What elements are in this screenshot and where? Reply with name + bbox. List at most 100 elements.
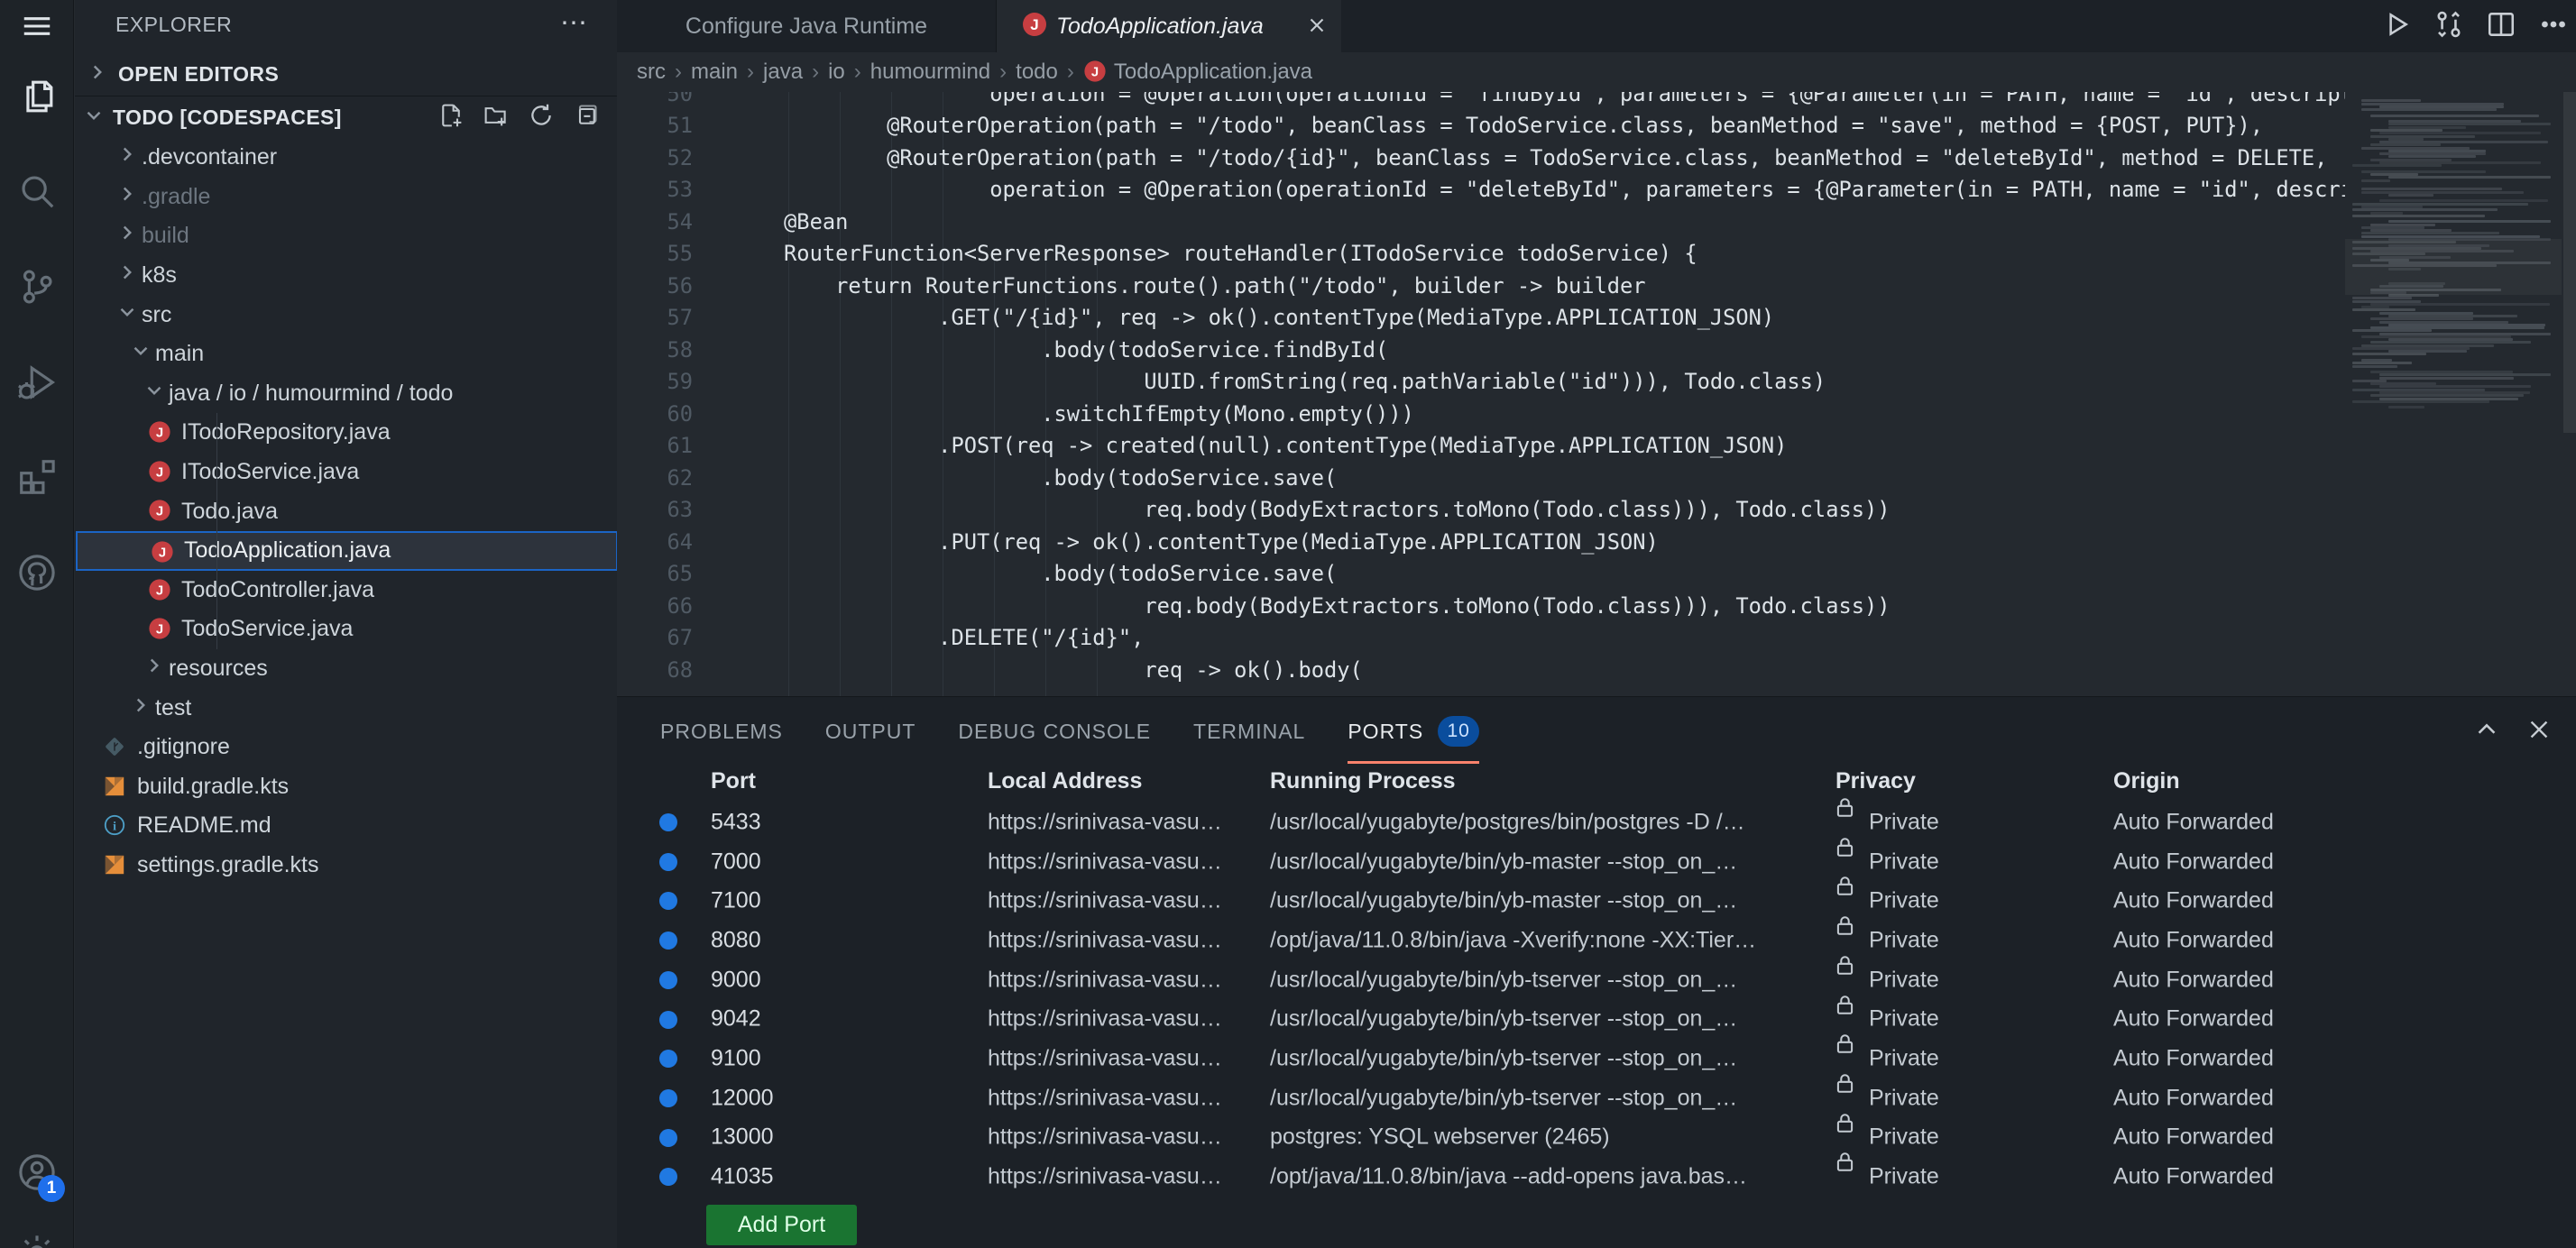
tree-item-settings-gradle-kts[interactable]: settings.gradle.kts xyxy=(75,846,615,886)
open-editors-section[interactable]: OPEN EDITORS xyxy=(75,52,619,96)
code-line-60: 60 .switchIfEmpty(Mono.empty())) xyxy=(617,398,2345,430)
source-control-icon[interactable] xyxy=(0,266,74,307)
port-row-41035[interactable]: 41035 https://srinivasa-vasu… /opt/java/11… xyxy=(617,1152,2576,1197)
code-line-50: 50 operation = @Operation(operationId = … xyxy=(617,92,2345,110)
tree-item-readme-md[interactable]: i README.md xyxy=(75,806,615,846)
settings-gear-icon[interactable] xyxy=(0,1232,74,1248)
run-debug-icon[interactable] xyxy=(0,362,74,403)
port-row-9042[interactable]: 9042 https://srinivasa-vasu… /usr/local/yu… xyxy=(617,995,2576,1040)
minimap-line xyxy=(2361,179,2390,182)
tree-item-build-gradle-kts[interactable]: build.gradle.kts xyxy=(75,767,615,807)
tree-item-itodorepository-java[interactable]: J ITodoRepository.java xyxy=(75,413,615,453)
port-row-5433[interactable]: 5433 https://srinivasa-vasu… /usr/local/yu… xyxy=(617,798,2576,842)
new-file-icon[interactable] xyxy=(438,103,464,133)
breadcrumb-item[interactable]: todo xyxy=(1016,60,1058,85)
tree-item-todocontroller-java[interactable]: J TodoController.java xyxy=(75,571,615,610)
code-text: operation = @Operation(operationId = "de… xyxy=(989,177,2345,203)
breadcrumb-item[interactable]: humourmind xyxy=(870,60,990,85)
svg-text:J: J xyxy=(159,546,166,561)
tree-item--gitignore[interactable]: .gitignore xyxy=(75,728,615,767)
port-number: 13000 xyxy=(711,1124,774,1150)
extensions-icon[interactable] xyxy=(0,456,74,498)
minimap-line xyxy=(2370,143,2442,147)
tree-item-todo-java[interactable]: J Todo.java xyxy=(75,491,615,531)
port-row-7100[interactable]: 7100 https://srinivasa-vasu… /usr/local/yu… xyxy=(617,876,2576,921)
breadcrumb-separator: › xyxy=(999,60,1007,84)
tree-item-todoapplication-java[interactable]: J TodoApplication.java xyxy=(76,530,618,571)
local-address[interactable]: https://srinivasa-vasu… xyxy=(988,927,1222,953)
tree-item-label: build xyxy=(142,223,189,249)
local-address[interactable]: https://srinivasa-vasu… xyxy=(988,888,1222,914)
tab-todoapplication[interactable]: J TodoApplication.java xyxy=(997,0,1341,52)
close-icon[interactable] xyxy=(1305,14,1329,41)
port-row-13000[interactable]: 13000 https://srinivasa-vasu… postgres: YS… xyxy=(617,1113,2576,1158)
more-actions-icon[interactable]: ⋯ xyxy=(560,7,589,39)
panel-tab-problems[interactable]: PROBLEMS xyxy=(660,697,783,766)
breadcrumb-file[interactable]: TodoApplication.java xyxy=(1114,60,1312,85)
panel-tab-terminal[interactable]: TERMINAL xyxy=(1193,697,1305,766)
tree-item-todoservice-java[interactable]: J TodoService.java xyxy=(75,610,615,649)
run-icon[interactable] xyxy=(2381,9,2412,44)
maximize-panel-icon[interactable] xyxy=(2473,716,2500,748)
panel-tab-output[interactable]: OUTPUT xyxy=(825,697,916,766)
local-address[interactable]: https://srinivasa-vasu… xyxy=(988,809,1222,835)
scrollbar[interactable] xyxy=(2563,92,2576,696)
tree-item-resources[interactable]: resources xyxy=(75,649,615,689)
panel-tab-ports[interactable]: PORTS 10 xyxy=(1348,697,1480,766)
tree-item-itodoservice-java[interactable]: J ITodoService.java xyxy=(75,453,615,492)
compare-changes-icon[interactable] xyxy=(2433,9,2464,44)
minimap-line xyxy=(2370,394,2524,398)
port-number: 8080 xyxy=(711,927,761,953)
minimap-line xyxy=(2388,267,2422,271)
local-address[interactable]: https://srinivasa-vasu… xyxy=(988,1124,1222,1151)
lock-icon xyxy=(1833,913,1857,944)
port-row-9100[interactable]: 9100 https://srinivasa-vasu… /usr/local/yu… xyxy=(617,1034,2576,1078)
search-icon[interactable] xyxy=(0,170,74,212)
port-row-9000[interactable]: 9000 https://srinivasa-vasu… /usr/local/yu… xyxy=(617,956,2576,1000)
workspace-section-header[interactable]: TODO [CODESPACES] xyxy=(75,96,619,138)
tree-item--gradle[interactable]: .gradle xyxy=(75,178,615,217)
breadcrumb-item[interactable]: io xyxy=(828,60,845,85)
breadcrumb-item[interactable]: java xyxy=(763,60,803,85)
local-address[interactable]: https://srinivasa-vasu… xyxy=(988,967,1222,993)
breadcrumb-item[interactable]: src xyxy=(637,60,666,85)
tree-item--devcontainer[interactable]: .devcontainer xyxy=(75,138,615,178)
local-address[interactable]: https://srinivasa-vasu… xyxy=(988,1006,1222,1032)
add-port-button[interactable]: Add Port xyxy=(706,1205,857,1245)
local-address[interactable]: https://srinivasa-vasu… xyxy=(988,1164,1222,1190)
port-row-12000[interactable]: 12000 https://srinivasa-vasu… /usr/local/y… xyxy=(617,1074,2576,1118)
port-row-7000[interactable]: 7000 https://srinivasa-vasu… /usr/local/yu… xyxy=(617,837,2576,882)
collapse-all-icon[interactable] xyxy=(574,103,599,133)
local-address[interactable]: https://srinivasa-vasu… xyxy=(988,1085,1222,1111)
local-address[interactable]: https://srinivasa-vasu… xyxy=(988,849,1222,875)
split-editor-icon[interactable] xyxy=(2486,9,2516,44)
panel-tab-debug-console[interactable]: DEBUG CONSOLE xyxy=(958,697,1151,766)
new-folder-icon[interactable] xyxy=(483,103,509,133)
refresh-icon[interactable] xyxy=(529,103,554,133)
privacy-value: Private xyxy=(1869,809,1939,835)
tab-configure-java-runtime[interactable]: Configure Java Runtime xyxy=(617,0,997,52)
tree-item-main[interactable]: main xyxy=(75,335,615,374)
tree-item-src[interactable]: src xyxy=(75,295,615,335)
minimap-line xyxy=(2379,132,2542,135)
line-number: 57 xyxy=(667,305,693,331)
origin-value: Auto Forwarded xyxy=(2113,1163,2274,1189)
github-icon[interactable] xyxy=(0,552,74,593)
local-address[interactable]: https://srinivasa-vasu… xyxy=(988,1046,1222,1072)
scrollbar-thumb[interactable] xyxy=(2563,92,2576,433)
code-editor[interactable]: 50 operation = @Operation(operationId = … xyxy=(617,92,2345,696)
java-file-icon: J xyxy=(151,540,174,570)
files-icon[interactable] xyxy=(0,76,74,117)
tree-item-java-io-humourmind-todo[interactable]: java / io / humourmind / todo xyxy=(75,374,615,414)
tree-item-k8s[interactable]: k8s xyxy=(75,256,615,296)
tree-item-test[interactable]: test xyxy=(75,688,615,728)
minimap-line xyxy=(2388,406,2424,409)
port-row-8080[interactable]: 8080 https://srinivasa-vasu… /opt/java/11.… xyxy=(617,916,2576,960)
code-text: UUID.fromString(req.pathVariable("id")))… xyxy=(732,369,1826,395)
breadcrumb-item[interactable]: main xyxy=(691,60,738,85)
tree-item-build[interactable]: build xyxy=(75,216,615,256)
menu-icon[interactable] xyxy=(0,9,74,43)
minimap[interactable] xyxy=(2345,92,2562,696)
close-panel-icon[interactable] xyxy=(2525,716,2553,748)
more-actions-icon[interactable] xyxy=(2538,9,2569,44)
